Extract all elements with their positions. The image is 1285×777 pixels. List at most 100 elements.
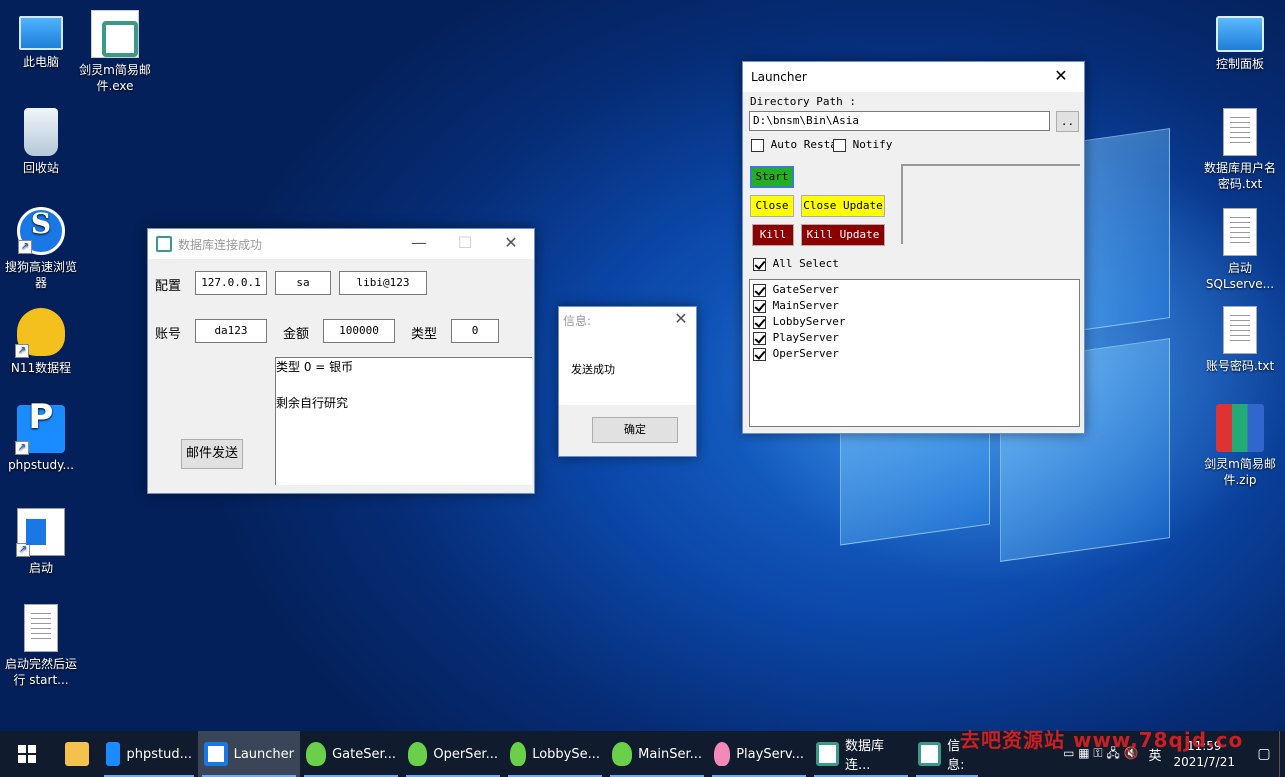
exe-icon <box>918 742 942 766</box>
desktop-icon-label: 剑灵m简易邮件.exe <box>79 63 151 93</box>
show-desktop-button[interactable] <box>1279 731 1285 777</box>
close-button[interactable]: ✕ <box>666 307 696 333</box>
close-button-launcher[interactable]: Close <box>750 195 794 217</box>
server-item[interactable]: PlayServer <box>753 330 1079 346</box>
notification-icon[interactable]: ▢ <box>1249 746 1279 762</box>
log-panel <box>901 164 1080 244</box>
taskbar-item-label: phpstud... <box>126 746 192 762</box>
desktop-icon-mail-exe[interactable]: 剑灵m简易邮件.exe <box>76 10 154 94</box>
desktop-icon-launch[interactable]: ↗ 启动 <box>2 508 80 576</box>
taskbar-item-operserver[interactable]: OperSer... <box>402 731 504 777</box>
server-item[interactable]: MainServer <box>753 298 1079 314</box>
amount-label: 金额 <box>283 327 310 342</box>
taskbar-item-label: GateSer... <box>332 746 396 762</box>
send-mail-button[interactable]: 邮件发送 <box>181 439 243 469</box>
server-item[interactable]: OperServer <box>753 346 1079 362</box>
notes-textarea[interactable]: 类型 0 = 银币 剩余自行研究 <box>275 357 532 485</box>
taskbar-item-db-window[interactable]: 数据库连... <box>810 731 912 777</box>
server-item[interactable]: LobbyServer <box>753 314 1079 330</box>
desktop-icon-db-password-txt[interactable]: 数据库用户名密码.txt <box>1201 108 1279 192</box>
windows-start-icon <box>18 745 36 763</box>
dialog-titlebar[interactable]: 信息: ✕ <box>559 307 696 333</box>
dialog-message: 发送成功 <box>571 363 615 376</box>
computer-icon <box>19 16 63 50</box>
config-label: 配置 <box>155 279 182 294</box>
desktop-icon-sqlserver[interactable]: 启动SQLserve... <box>1201 208 1279 292</box>
close-button[interactable]: ✕ <box>1038 62 1084 92</box>
frog-icon <box>306 742 327 766</box>
maximize-button[interactable]: ☐ <box>442 229 488 259</box>
minimize-button[interactable]: — <box>396 229 442 259</box>
ok-button[interactable]: 确定 <box>592 417 678 443</box>
taskbar-item-playserver[interactable]: PlayServ... <box>708 731 810 777</box>
launcher-title: Launcher <box>751 70 807 84</box>
kill-update-button[interactable]: Kill Update <box>801 224 885 246</box>
desktop-icon-account-txt[interactable]: 账号密码.txt <box>1201 306 1279 374</box>
info-dialog: 信息: ✕ 发送成功 确定 <box>558 306 697 457</box>
db-mail-window: 数据库连接成功 — ☐ ✕ 配置 127.0.0.1 sa libi@123 账… <box>147 228 535 494</box>
desktop-icon-phpstudy[interactable]: ↗ phpstudy... <box>2 405 80 473</box>
account-field[interactable]: da123 <box>195 319 267 343</box>
server-list: GateServer MainServer LobbyServer PlaySe… <box>749 279 1080 427</box>
exe-icon <box>816 742 840 766</box>
taskbar-item-label: MainSer... <box>638 746 702 762</box>
type-field[interactable]: 0 <box>451 319 499 343</box>
app-icon <box>156 236 172 252</box>
watermark: 去吧资源站 www.78qjd.co <box>960 728 1244 752</box>
close-update-button[interactable]: Close Update <box>801 195 885 217</box>
amount-field[interactable]: 100000 <box>323 319 395 343</box>
checkbox-box <box>753 315 766 329</box>
desktop-icon-n11[interactable]: ↗ N11数据程 <box>2 308 80 376</box>
server-label: LobbyServer <box>772 315 846 328</box>
checkbox-box <box>753 283 766 297</box>
start-button[interactable] <box>0 731 54 777</box>
desktop-icon-control-panel[interactable]: 控制面板 <box>1201 10 1279 72</box>
checkbox-label: Notify <box>852 138 893 151</box>
note-line: 类型 0 = 银币 <box>276 360 354 374</box>
user-field[interactable]: sa <box>275 271 331 295</box>
dialog-title: 信息: <box>563 313 592 328</box>
taskbar-item-explorer[interactable] <box>54 731 100 777</box>
desktop-icon-recycle-bin[interactable]: 回收站 <box>2 108 80 176</box>
auto-restart-checkbox[interactable]: Auto Restar <box>751 138 843 152</box>
close-button[interactable]: ✕ <box>488 229 534 259</box>
notify-checkbox[interactable]: Notify <box>833 138 892 152</box>
taskbar-item-gateserver[interactable]: GateSer... <box>300 731 402 777</box>
directory-input[interactable]: D:\bnsm\Bin\Asia <box>749 111 1050 131</box>
desktop-icon-label: 回收站 <box>22 161 59 175</box>
server-item[interactable]: GateServer <box>753 282 1079 298</box>
password-field[interactable]: libi@123 <box>339 271 427 295</box>
server-label: MainServer <box>772 299 839 312</box>
desktop-icon-this-pc[interactable]: 此电脑 <box>2 10 80 70</box>
frog-icon <box>510 742 527 766</box>
taskbar-item-label: LobbySe... <box>532 746 600 762</box>
desktop-icon-label: phpstudy... <box>8 458 74 472</box>
frog-pink-icon <box>714 742 731 766</box>
kill-button[interactable]: Kill <box>752 224 794 246</box>
folder-icon <box>65 742 89 766</box>
browse-button[interactable]: .. <box>1056 111 1079 132</box>
host-field[interactable]: 127.0.0.1 <box>195 271 267 295</box>
desktop-icon-label: 启动SQLserve... <box>1205 261 1275 291</box>
desktop-icon-sogou[interactable]: ↗ 搜狗高速浏览器 <box>2 207 80 291</box>
taskbar-item-label: 数据库连... <box>845 739 885 773</box>
account-label: 账号 <box>155 327 182 342</box>
taskbar-item-launcher[interactable]: Launcher <box>198 731 300 777</box>
taskbar-item-phpstudy[interactable]: phpstud... <box>100 731 198 777</box>
checkbox-label: All Select <box>772 257 839 270</box>
desktop-icon-label: 此电脑 <box>22 55 59 69</box>
shortcut-arrow-icon: ↗ <box>15 344 29 358</box>
text-file-icon <box>24 604 58 652</box>
clock-date: 2021/7/21 <box>1173 755 1235 769</box>
start-button[interactable]: Start <box>750 166 794 188</box>
desktop-icon-start-txt[interactable]: 启动完然后运行 start... <box>2 604 80 688</box>
db-window-titlebar[interactable]: 数据库连接成功 — ☐ ✕ <box>148 229 534 259</box>
control-panel-icon <box>1216 16 1264 52</box>
taskbar-item-mainserver[interactable]: MainSer... <box>606 731 708 777</box>
window-title: 数据库连接成功 <box>178 237 263 252</box>
all-select-checkbox[interactable]: All Select <box>753 257 839 271</box>
checkbox-box <box>751 138 764 152</box>
launcher-titlebar[interactable]: Launcher ✕ <box>743 62 1084 92</box>
desktop-icon-mail-zip[interactable]: 剑灵m简易邮件.zip <box>1201 404 1279 488</box>
taskbar-item-lobbyserver[interactable]: LobbySe... <box>504 731 606 777</box>
